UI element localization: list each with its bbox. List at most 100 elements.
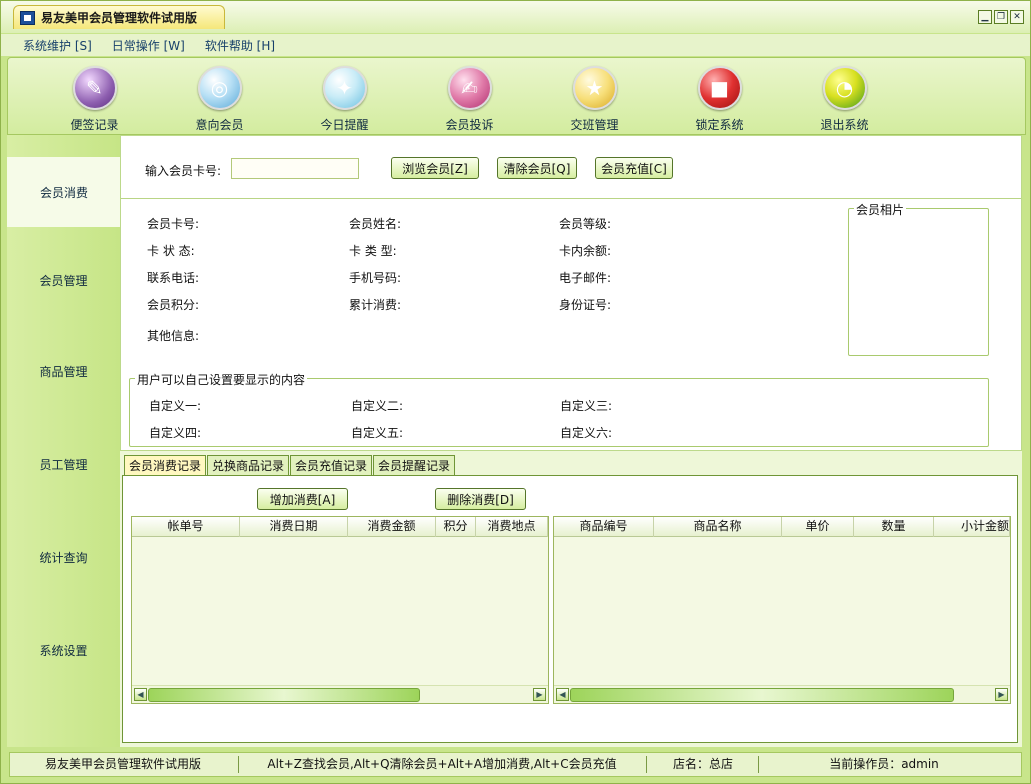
card-number-input[interactable]: [231, 158, 359, 179]
field-label: 会员姓名:: [349, 217, 402, 231]
column-header[interactable]: 小计金额: [934, 517, 1010, 537]
scroll-thumb[interactable]: [570, 688, 954, 702]
field-label: 卡内余额:: [559, 244, 612, 258]
horizontal-scrollbar[interactable]: ◀ ▶: [132, 685, 548, 703]
scroll-thumb[interactable]: [148, 688, 420, 702]
column-header[interactable]: 商品编号: [554, 517, 654, 537]
sidebar-item-member-consume[interactable]: 会员消费: [7, 157, 121, 227]
toolbar-shift-button[interactable]: ★ 交班管理: [532, 66, 657, 133]
sidebar-item-statistics[interactable]: 统计查询: [7, 522, 120, 592]
consume-records-grid[interactable]: 帐单号 消费日期 消费金额 积分 消费地点 ◀ ▶: [131, 516, 549, 704]
clear-member-button[interactable]: 清除会员[Q]: [497, 157, 577, 179]
column-header[interactable]: 消费地点: [476, 517, 548, 537]
scroll-left-icon[interactable]: ◀: [556, 688, 569, 701]
toolbar-lock-button[interactable]: ■ 锁定系统: [657, 66, 782, 133]
other-info-label: 其他信息:: [147, 329, 200, 343]
status-store: 店名：总店: [672, 757, 733, 771]
close-button[interactable]: ✕: [1010, 10, 1024, 24]
tab-consume-records[interactable]: 会员消费记录: [124, 455, 207, 475]
toolbar-label: 今日提醒: [320, 118, 369, 132]
app-icon: [20, 10, 35, 25]
column-header[interactable]: 商品名称: [654, 517, 782, 537]
member-panel: 输入会员卡号: 浏览会员[Z] 清除会员[Q] 会员充值[C] 会员卡号: 会员…: [120, 135, 1022, 451]
cd-icon: ◎: [197, 66, 242, 110]
scroll-right-icon[interactable]: ▶: [533, 688, 546, 701]
custom-fields-box: 用户可以自己设置要显示的内容 自定义一: 自定义二: 自定义三: 自定义四: 自…: [129, 371, 989, 447]
minimize-button[interactable]: ▁: [978, 10, 992, 24]
tab-reminder-records[interactable]: 会员提醒记录: [373, 455, 456, 475]
grid-header: 商品编号 商品名称 单价 数量 小计金额: [554, 517, 1010, 537]
custom-field-label: 自定义五:: [351, 426, 404, 440]
status-bar: 易友美甲会员管理软件试用版 Alt+Z查找会员,Alt+Q清除会员+Alt+A增…: [9, 752, 1022, 777]
toolbar-prospect-button[interactable]: ◎ 意向会员: [157, 66, 282, 133]
notepad-icon: ✎: [72, 66, 117, 110]
sidebar-item-settings[interactable]: 系统设置: [7, 615, 120, 685]
sidebar-item-staff-manage[interactable]: 员工管理: [7, 429, 120, 499]
sidebar-item-label: 会员管理: [39, 273, 88, 288]
custom-fields-title: 用户可以自己设置要显示的内容: [135, 371, 308, 388]
status-hotkeys: Alt+Z查找会员,Alt+Q清除会员+Alt+A增加消费,Alt+C会员充值: [267, 757, 617, 771]
toolbar-label: 意向会员: [195, 118, 244, 132]
goods-detail-grid[interactable]: 商品编号 商品名称 单价 数量 小计金额 ◀ ▶: [553, 516, 1011, 704]
field-label: 会员等级:: [559, 217, 612, 231]
records-tabs: 会员消费记录 兑换商品记录 会员充值记录 会员提醒记录: [124, 455, 456, 475]
lock-icon: ■: [697, 66, 742, 110]
restore-button[interactable]: ❐: [994, 10, 1008, 24]
column-header[interactable]: 消费日期: [240, 517, 348, 537]
scroll-left-icon[interactable]: ◀: [134, 688, 147, 701]
column-header[interactable]: 单价: [782, 517, 854, 537]
column-header[interactable]: 消费金额: [348, 517, 436, 537]
menu-daily-operations[interactable]: 日常操作 [W]: [112, 37, 185, 54]
member-photo-title: 会员相片: [854, 201, 907, 218]
tab-recharge-records[interactable]: 会员充值记录: [290, 455, 373, 475]
field-label: 会员积分:: [147, 298, 200, 312]
menu-system-maintenance[interactable]: 系统维护 [S]: [23, 37, 92, 54]
sidebar-item-label: 系统设置: [39, 643, 88, 658]
field-label: 手机号码:: [349, 271, 402, 285]
column-header[interactable]: 帐单号: [132, 517, 240, 537]
field-label: 身份证号:: [559, 298, 612, 312]
status-app-name: 易友美甲会员管理软件试用版: [44, 757, 201, 771]
toolbar-notes-button[interactable]: ✎ 便签记录: [32, 66, 157, 133]
divider: [121, 198, 1021, 199]
toolbar-label: 锁定系统: [695, 118, 744, 132]
column-header[interactable]: 积分: [436, 517, 476, 537]
records-section: 会员消费记录 兑换商品记录 会员充值记录 会员提醒记录 增加消费[A] 删除消费…: [120, 451, 1022, 747]
window-controls: ▁ ❐ ✕: [978, 10, 1024, 24]
menu-bar: 系统维护 [S] 日常操作 [W] 软件帮助 [H]: [1, 34, 1030, 56]
exit-icon: ◔: [822, 66, 867, 110]
card-number-label: 输入会员卡号:: [145, 164, 222, 178]
field-label: 电子邮件:: [559, 271, 612, 285]
delete-consume-button[interactable]: 删除消费[D]: [435, 488, 526, 510]
sidebar-item-member-manage[interactable]: 会员管理: [7, 245, 120, 315]
column-header[interactable]: 数量: [854, 517, 934, 537]
add-consume-button[interactable]: 增加消费[A]: [257, 488, 348, 510]
horizontal-scrollbar[interactable]: ◀ ▶: [554, 685, 1010, 703]
title-bar: 易友美甲会员管理软件试用版 ▁ ❐ ✕: [1, 1, 1030, 33]
toolbar: ✎ 便签记录 ◎ 意向会员 ✦ 今日提醒 ✍ 会员投诉 ★ 交班管理 ■ 锁定系…: [7, 57, 1026, 135]
menu-help[interactable]: 软件帮助 [H]: [205, 37, 275, 54]
tab-panel: 增加消费[A] 删除消费[D] 帐单号 消费日期 消费金额 积分 消费地点 ◀ …: [122, 475, 1018, 743]
sidebar-item-label: 员工管理: [39, 457, 88, 472]
sidebar: 会员消费 会员管理 商品管理 员工管理 统计查询 系统设置: [7, 135, 121, 747]
window-title: 易友美甲会员管理软件试用版: [41, 11, 198, 25]
pen-icon: ✍: [447, 66, 492, 110]
custom-field-label: 自定义三:: [560, 399, 613, 413]
field-label: 联系电话:: [147, 271, 200, 285]
field-label: 累计消费:: [349, 298, 402, 312]
tab-exchange-records[interactable]: 兑换商品记录: [207, 455, 290, 475]
toolbar-label: 便签记录: [70, 118, 119, 132]
toolbar-exit-button[interactable]: ◔ 退出系统: [782, 66, 907, 133]
toolbar-label: 会员投诉: [445, 118, 494, 132]
custom-field-label: 自定义六:: [560, 426, 613, 440]
scroll-right-icon[interactable]: ▶: [995, 688, 1008, 701]
browse-member-button[interactable]: 浏览会员[Z]: [391, 157, 479, 179]
recharge-member-button[interactable]: 会员充值[C]: [595, 157, 673, 179]
field-label: 卡 状 态:: [147, 244, 195, 258]
toolbar-reminder-button[interactable]: ✦ 今日提醒: [282, 66, 407, 133]
status-separator: [238, 756, 239, 773]
sidebar-item-goods-manage[interactable]: 商品管理: [7, 336, 120, 406]
toolbar-complaint-button[interactable]: ✍ 会员投诉: [407, 66, 532, 133]
sidebar-item-label: 商品管理: [39, 364, 88, 379]
sidebar-item-label: 会员消费: [39, 185, 88, 200]
